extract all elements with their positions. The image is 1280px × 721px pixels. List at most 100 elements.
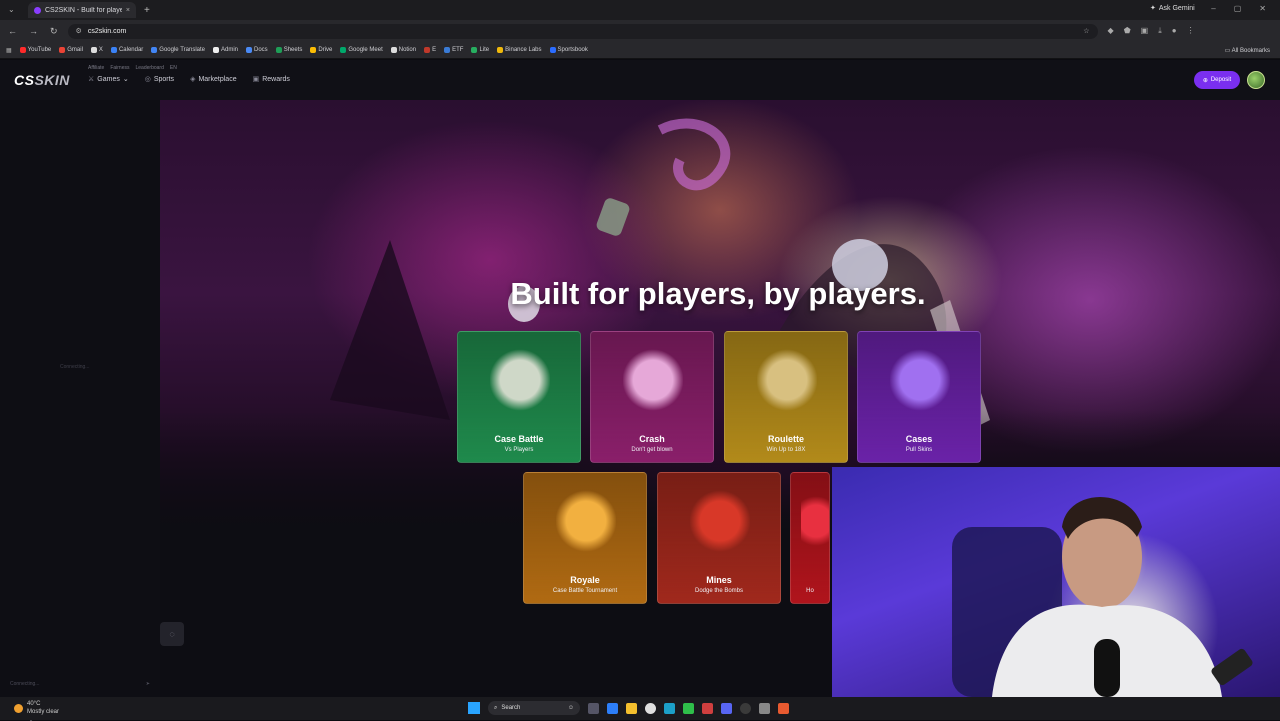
bookmark-item[interactable]: Binance Labs: [497, 47, 542, 53]
game-card[interactable]: Cases Pull Skins: [857, 331, 981, 463]
top-link[interactable]: Leaderboard: [136, 65, 164, 71]
send-icon[interactable]: ➤: [146, 681, 150, 687]
top-link[interactable]: Affiliate: [88, 65, 104, 71]
user-avatar[interactable]: [1247, 71, 1265, 89]
bookmark-item[interactable]: Google Meet: [340, 47, 383, 53]
bookmark-item[interactable]: Sportsbook: [549, 47, 588, 53]
bookmark-item[interactable]: YouTube: [19, 47, 51, 53]
edge-icon[interactable]: [664, 702, 675, 714]
bookmark-item[interactable]: Drive: [310, 47, 332, 53]
weather-widget[interactable]: 40°C Mostly clear: [14, 700, 59, 716]
top-link[interactable]: Fairness: [110, 65, 129, 71]
chrome-icon[interactable]: [645, 702, 656, 714]
game-card[interactable]: Mines Dodge the Bombs: [657, 472, 781, 604]
bookmark-favicon-icon: [19, 47, 26, 53]
bookmark-item[interactable]: Google Translate: [151, 47, 205, 53]
tab-close-icon[interactable]: ×: [126, 7, 130, 14]
bookmark-item[interactable]: Gmail: [59, 47, 83, 53]
chat-bubble-icon: ◌: [169, 629, 175, 639]
windows-start-icon[interactable]: [468, 702, 480, 714]
download-icon[interactable]: ⤓: [1158, 26, 1162, 36]
game-card[interactable]: Crash Don't get blown: [590, 331, 714, 463]
bookmark-label: Sportsbook: [557, 47, 588, 53]
nav-item-rewards[interactable]: ▣ Rewards: [252, 75, 290, 84]
bookmark-item[interactable]: E: [424, 47, 436, 53]
game-card[interactable]: Ho: [790, 472, 830, 604]
bookmark-label: Lite: [479, 47, 490, 53]
bookmark-item[interactable]: Docs: [246, 47, 268, 53]
sidebar-status: Connecting...: [60, 364, 90, 370]
hero-title: Built for players, by players.: [510, 276, 926, 311]
forward-icon[interactable]: →: [29, 26, 38, 37]
bookmark-item[interactable]: ETF: [444, 47, 463, 53]
gift-icon: ▣: [252, 76, 260, 83]
bookmark-item[interactable]: Calendar: [110, 47, 143, 53]
extension-icon[interactable]: ◆: [1108, 26, 1114, 36]
weather-icon: [14, 703, 23, 713]
bookmarks-bar: ▦ YouTube Gmail X Calendar Google Translate A…: [0, 42, 1280, 59]
discord-icon[interactable]: [721, 702, 732, 714]
bookmark-item[interactable]: Sheets: [275, 47, 302, 53]
site-info-icon[interactable]: ⚙: [76, 27, 82, 35]
bookmark-item[interactable]: Admin: [213, 47, 238, 53]
treasure-chest-icon: [890, 348, 950, 412]
url-input[interactable]: ⚙ cs2skin.com ☆: [67, 23, 1098, 39]
bookmark-label: E: [432, 47, 437, 53]
settings-gear-icon[interactable]: [759, 702, 770, 714]
bookmark-label: ETF: [452, 47, 464, 53]
back-icon[interactable]: ←: [8, 26, 17, 37]
game-card-title: Roulette: [768, 434, 804, 444]
chat-input[interactable]: Connecting... ➤: [10, 676, 150, 692]
bookmark-label: X: [98, 47, 103, 53]
task-view-icon[interactable]: [588, 702, 599, 714]
ball-icon: ◎: [144, 76, 151, 83]
shield-icon[interactable]: ⬟: [1124, 26, 1131, 36]
profile-icon[interactable]: ●: [1172, 26, 1177, 36]
bookmark-item[interactable]: Lite: [471, 47, 489, 53]
minimize-icon[interactable]: –: [1211, 4, 1215, 13]
chat-toggle-button[interactable]: ◌: [160, 622, 184, 646]
nav-item-games[interactable]: ⚔ Games ⌄: [88, 75, 129, 84]
taskbar-search[interactable]: ⌕ Search ☺: [488, 701, 580, 715]
ask-gemini-label: Ask Gemini: [1158, 4, 1195, 12]
trophy-icon: [556, 489, 616, 553]
bookmark-label: Binance Labs: [505, 47, 542, 53]
bookmark-item[interactable]: X: [90, 47, 103, 53]
bookmark-star-icon[interactable]: ☆: [1083, 27, 1089, 35]
game-card[interactable]: Royale Case Battle Tournament: [523, 472, 647, 604]
tab-list-chevron-icon[interactable]: ⌄: [8, 5, 15, 14]
copilot-icon[interactable]: [607, 702, 618, 714]
game-card-title: Mines: [706, 575, 732, 585]
tab-title: CS2SKIN - Built for players, by p...: [45, 6, 122, 14]
app-icon[interactable]: [702, 702, 713, 714]
game-card[interactable]: Roulette Win Up to 18X: [724, 331, 848, 463]
backpack-icon: [623, 348, 683, 412]
apps-grid-icon[interactable]: ▦: [6, 47, 12, 54]
reload-icon[interactable]: ↻: [50, 26, 58, 37]
deposit-button[interactable]: ⊕ Deposit: [1194, 71, 1240, 89]
all-bookmarks-label: All Bookmarks: [1231, 48, 1270, 54]
top-link[interactable]: EN: [170, 65, 177, 71]
browser-tab[interactable]: CS2SKIN - Built for players, by p... ×: [28, 2, 136, 18]
plus-circle-icon: ⊕: [1202, 77, 1208, 84]
nav-item-marketplace[interactable]: ◈ Marketplace: [190, 75, 237, 84]
whatsapp-icon[interactable]: [683, 702, 694, 714]
nav-item-sports[interactable]: ◎ Sports: [144, 75, 174, 84]
maximize-icon[interactable]: ▢: [1234, 4, 1242, 13]
logo-skin: SKIN: [34, 72, 70, 88]
misc-app-icon[interactable]: [778, 702, 789, 714]
file-explorer-icon[interactable]: [626, 702, 637, 714]
bookmark-item[interactable]: Notion: [390, 47, 416, 53]
all-bookmarks-link[interactable]: ▭ All Bookmarks: [1225, 47, 1270, 54]
menu-icon[interactable]: ⋮: [1187, 26, 1195, 36]
bookmark-favicon-icon: [424, 47, 431, 53]
bookmark-favicon-icon: [310, 47, 317, 53]
obs-icon[interactable]: [740, 702, 751, 714]
close-window-icon[interactable]: ✕: [1259, 4, 1266, 13]
site-logo[interactable]: CSSKIN: [14, 72, 70, 88]
ask-gemini-button[interactable]: ✦ Ask Gemini: [1150, 4, 1195, 13]
game-card[interactable]: Case Battle Vs Players: [457, 331, 581, 463]
new-tab-button[interactable]: +: [144, 5, 150, 16]
puzzle-icon[interactable]: ▣: [1141, 26, 1149, 36]
webcam-overlay: [832, 467, 1280, 697]
